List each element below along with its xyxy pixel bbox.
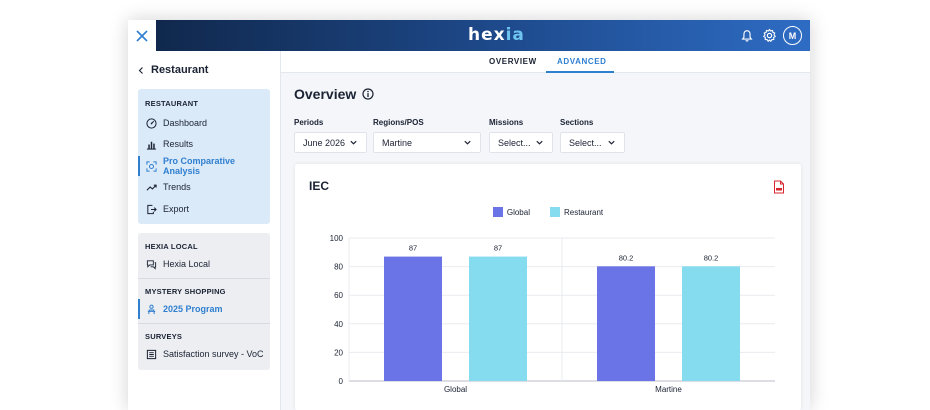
sidebar: Restaurant RESTAURANT Dashboard Results … — [128, 51, 281, 410]
legend-swatch — [492, 207, 503, 217]
legend-item-global[interactable]: Global — [492, 207, 530, 217]
back-label: Restaurant — [151, 64, 209, 76]
comparison-icon — [146, 160, 157, 172]
y-tick-label: 100 — [330, 234, 344, 243]
section-title-surveys: SURVEYS — [145, 332, 183, 341]
legend-label: Restaurant — [563, 207, 604, 217]
data-label: 80.2 — [619, 253, 634, 262]
top-bar: hexia M — [128, 20, 810, 51]
sidebar-item-satisfaction-survey[interactable]: Satisfaction survey - VoC — [138, 344, 270, 364]
bar-chart: 0 20 40 60 80 100 87 87 Global 80.2 80.2 Martine — [330, 234, 775, 394]
x-tick-label: Global — [444, 385, 467, 394]
tab-overview[interactable]: OVERVIEW — [489, 57, 537, 66]
close-button[interactable] — [128, 20, 156, 51]
bar-restaurant-global — [469, 256, 527, 381]
close-icon — [136, 29, 148, 42]
dashboard-icon — [146, 117, 157, 129]
chart-legend: Global Restaurant — [295, 207, 801, 217]
periods-select[interactable]: June 2026 — [294, 132, 367, 153]
bell-icon[interactable] — [739, 28, 755, 44]
data-label: 87 — [494, 244, 502, 253]
bar-chart-icon — [146, 141, 157, 150]
sidebar-item-label: Export — [163, 204, 190, 214]
sidebar-item-label: Trends — [163, 182, 191, 192]
sidebar-item-label: Satisfaction survey - VoC — [163, 349, 264, 359]
legend-item-restaurant[interactable]: Restaurant — [549, 207, 604, 217]
info-icon[interactable] — [362, 88, 374, 100]
y-tick-label: 20 — [334, 348, 343, 357]
filter-label-missions: Missions — [489, 118, 524, 127]
sidebar-item-2025-program[interactable]: 2025 Program — [138, 299, 270, 319]
y-tick-label: 0 — [339, 377, 344, 386]
survey-icon — [146, 349, 157, 359]
chevron-down-icon — [536, 140, 543, 145]
bar-global-martine — [597, 266, 655, 381]
divider — [138, 323, 270, 324]
sections-select[interactable]: Select... — [560, 132, 625, 153]
page-title: Overview — [294, 86, 374, 102]
sidebar-item-label: Results — [163, 139, 194, 149]
sidebar-item-dashboard[interactable]: Dashboard — [138, 113, 270, 133]
restaurant-group: RESTAURANT Dashboard Results Pro Compara… — [138, 89, 270, 224]
chat-icon — [146, 259, 157, 270]
chevron-down-icon — [608, 140, 615, 145]
chevron-down-icon — [464, 140, 471, 145]
bar-global-global — [384, 256, 442, 381]
legend-label: Global — [506, 207, 530, 217]
trend-icon — [146, 184, 157, 191]
sidebar-item-export[interactable]: Export — [138, 199, 270, 219]
legend-swatch — [549, 207, 560, 217]
divider — [138, 278, 270, 279]
sidebar-item-label: Dashboard — [163, 118, 208, 128]
sidebar-item-hexia-local[interactable]: Hexia Local — [138, 254, 270, 274]
y-tick-label: 80 — [334, 263, 343, 272]
sidebar-item-trends[interactable]: Trends — [138, 177, 270, 197]
sidebar-item-label: Hexia Local — [163, 259, 211, 269]
app-window: hexia M Restaurant RESTAURANT Dashboard … — [128, 20, 810, 410]
data-label: 87 — [409, 244, 417, 253]
avatar[interactable]: M — [783, 26, 802, 45]
sidebar-item-results[interactable]: Results — [138, 134, 270, 154]
export-icon — [147, 204, 157, 214]
x-tick-label: Martine — [655, 385, 682, 394]
y-tick-label: 60 — [334, 291, 343, 300]
tab-bar: OVERVIEW ADVANCED — [281, 51, 810, 73]
chevron-down-icon — [350, 140, 357, 145]
chart-card: IEC Global Restaurant 0 20 40 60 80 100 87 87 Gl… — [295, 164, 801, 410]
main-content: Overview Periods June 2026 Regions/POS M… — [281, 73, 810, 410]
tab-advanced[interactable]: ADVANCED — [557, 57, 607, 66]
shopper-icon — [147, 304, 156, 314]
section-title-hexia-local: HEXIA LOCAL — [145, 242, 198, 251]
back-link[interactable]: Restaurant — [138, 64, 208, 76]
bar-restaurant-martine — [682, 266, 740, 381]
sidebar-item-label: 2025 Program — [163, 304, 223, 314]
filter-label-periods: Periods — [294, 118, 324, 127]
card-title: IEC — [309, 179, 330, 193]
chevron-left-icon — [138, 66, 143, 74]
y-tick-label: 40 — [334, 320, 343, 329]
filter-label-regions: Regions/POS — [373, 118, 424, 127]
brand-logo: hexia — [468, 25, 525, 45]
missions-select[interactable]: Select... — [489, 132, 553, 153]
section-title-restaurant: RESTAURANT — [145, 99, 199, 108]
section-title-mystery-shopping: MYSTERY SHOPPING — [145, 287, 226, 296]
sidebar-item-label: Pro Comparative Analysis — [163, 156, 236, 176]
modules-group: HEXIA LOCAL Hexia Local MYSTERY SHOPPING… — [138, 233, 270, 370]
regions-select[interactable]: Martine — [373, 132, 481, 153]
data-label: 80.2 — [704, 253, 719, 262]
gear-icon[interactable] — [761, 28, 777, 44]
filter-label-sections: Sections — [560, 118, 594, 127]
pdf-export-icon[interactable] — [773, 180, 785, 194]
sidebar-item-pro-comparative-analysis[interactable]: Pro Comparative Analysis — [138, 156, 270, 176]
